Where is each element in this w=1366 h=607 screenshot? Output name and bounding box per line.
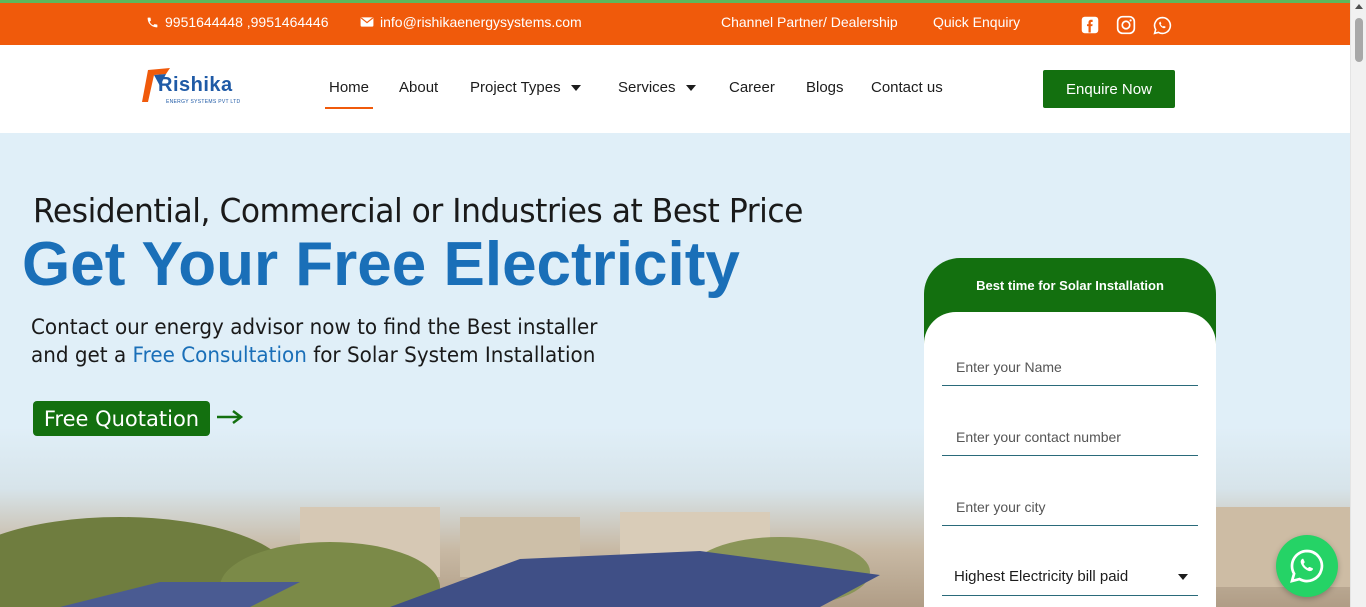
hero-desc-line1: Contact our energy advisor now to find t… xyxy=(31,315,598,339)
chevron-down-icon xyxy=(685,84,696,91)
scroll-up-icon[interactable] xyxy=(1355,4,1363,9)
social-links xyxy=(1080,15,1172,35)
channel-partner-link[interactable]: Channel Partner/ Dealership xyxy=(721,14,898,30)
whatsapp-icon[interactable] xyxy=(1152,15,1172,35)
hero-desc-prefix: and get a xyxy=(31,343,133,367)
top-bar: 9951644448 ,9951464446 info@rishikaenerg… xyxy=(0,0,1350,45)
channel-partner-label: Channel Partner/ Dealership xyxy=(721,14,898,30)
logo-subtext: ENERGY SYSTEMS PVT LTD xyxy=(166,99,241,105)
city-field[interactable]: Enter your city xyxy=(942,488,1198,526)
nav-career-label: Career xyxy=(729,79,775,96)
page-scrollbar[interactable] xyxy=(1350,0,1366,607)
phone-contact[interactable]: 9951644448 ,9951464446 xyxy=(146,14,329,30)
chevron-down-icon xyxy=(1178,573,1188,580)
nav-contact-us[interactable]: Contact us xyxy=(871,79,943,96)
nav-contact-us-label: Contact us xyxy=(871,79,943,96)
nav-home-label: Home xyxy=(329,79,370,96)
nav-blogs[interactable]: Blogs xyxy=(806,79,844,96)
email-address: info@rishikaenergysystems.com xyxy=(380,14,582,30)
nav-project-types-label: Project Types xyxy=(470,79,561,96)
form-body: Enter your Name Enter your contact numbe… xyxy=(924,312,1216,607)
nav-blogs-label: Blogs xyxy=(806,79,844,96)
electricity-bill-select-value: Highest Electricity bill paid xyxy=(954,568,1129,585)
phone-numbers: 9951644448 ,9951464446 xyxy=(165,14,329,30)
logo-text: Rishika xyxy=(158,74,233,96)
hero-section: Residential, Commercial or Industries at… xyxy=(0,133,1350,607)
hero-desc-line2: and get a Free Consultation for Solar Sy… xyxy=(31,341,597,369)
arrow-right-icon xyxy=(217,410,244,424)
nav-career[interactable]: Career xyxy=(729,79,775,96)
electricity-bill-select[interactable]: Highest Electricity bill paid xyxy=(942,558,1198,596)
main-navbar: Rishika ENERGY SYSTEMS PVT LTD Home Abou… xyxy=(0,45,1350,133)
hero-title: Get Your Free Electricity xyxy=(22,230,740,299)
name-field[interactable]: Enter your Name xyxy=(942,348,1198,386)
envelope-icon xyxy=(360,17,374,27)
email-contact[interactable]: info@rishikaenergysystems.com xyxy=(360,14,582,30)
nav-about[interactable]: About xyxy=(399,79,438,96)
instagram-icon[interactable] xyxy=(1116,15,1136,35)
phone-icon xyxy=(147,17,158,27)
site-logo[interactable]: Rishika ENERGY SYSTEMS PVT LTD xyxy=(140,62,240,112)
chevron-down-icon xyxy=(570,84,581,91)
solar-enquiry-form: Best time for Solar Installation Enter y… xyxy=(924,258,1216,607)
facebook-icon[interactable] xyxy=(1080,15,1100,35)
whatsapp-icon xyxy=(1290,549,1324,583)
quick-enquiry-link[interactable]: Quick Enquiry xyxy=(933,14,1020,30)
free-consultation-highlight: Free Consultation xyxy=(132,343,307,367)
nav-services-label: Services xyxy=(618,79,676,96)
nav-project-types[interactable]: Project Types xyxy=(470,79,581,96)
free-quotation-button[interactable]: Free Quotation xyxy=(33,401,210,436)
nav-services[interactable]: Services xyxy=(618,79,696,96)
nav-home[interactable]: Home xyxy=(324,79,374,109)
hero-desc-suffix: for Solar System Installation xyxy=(306,343,596,367)
quick-enquiry-label: Quick Enquiry xyxy=(933,14,1021,30)
scrollbar-thumb[interactable] xyxy=(1355,18,1363,62)
nav-about-label: About xyxy=(399,79,439,96)
whatsapp-chat-button[interactable] xyxy=(1276,535,1338,597)
form-title: Best time for Solar Installation xyxy=(976,277,1164,293)
enquire-now-button[interactable]: Enquire Now xyxy=(1043,70,1175,108)
hero-description: Contact our energy advisor now to find t… xyxy=(31,313,597,369)
contact-number-field[interactable]: Enter your contact number xyxy=(942,418,1198,456)
hero-subtitle: Residential, Commercial or Industries at… xyxy=(33,191,803,230)
